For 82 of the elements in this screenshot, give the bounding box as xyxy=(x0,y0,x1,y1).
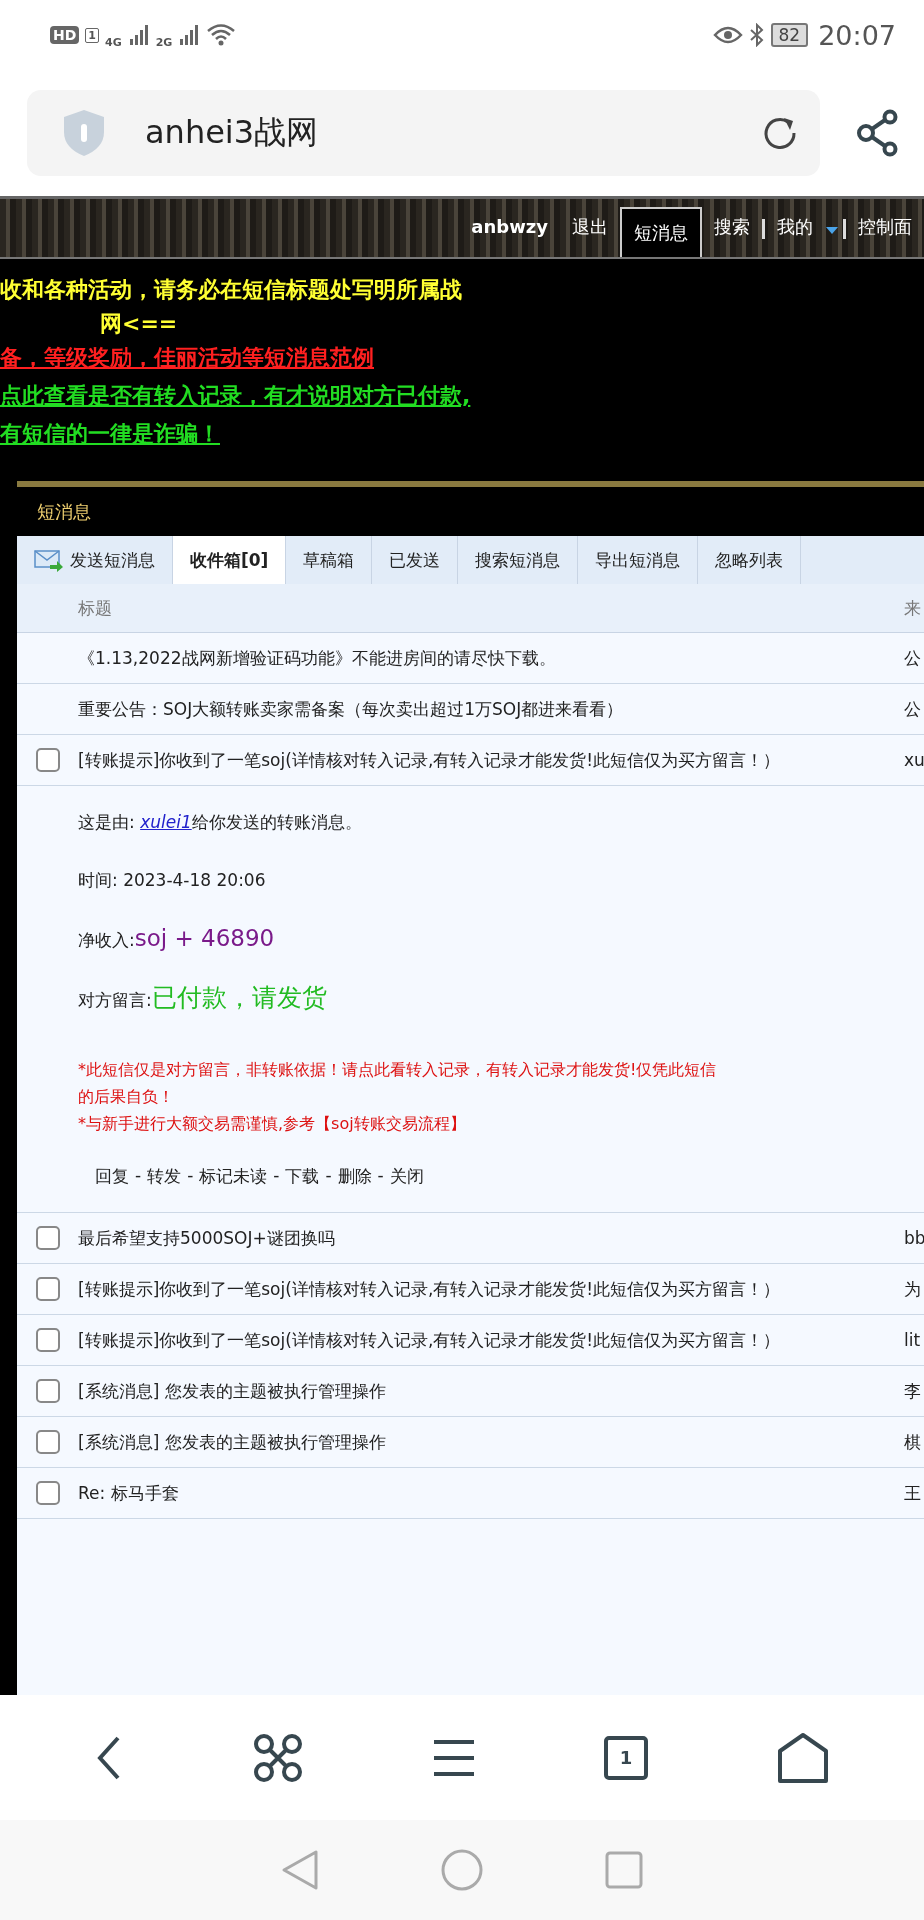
message-subject[interactable]: 最后希望支持5000SOJ+谜团换吗 xyxy=(78,1221,904,1255)
tabs-button[interactable]: 1 xyxy=(604,1735,648,1780)
nav-link[interactable]: 搜索 xyxy=(702,207,762,249)
checkbox[interactable] xyxy=(35,1277,60,1301)
network-label: 2G xyxy=(155,35,173,49)
sender-name: lit xyxy=(904,1330,922,1350)
menu-icon[interactable] xyxy=(432,1737,476,1778)
sender-name: 王 xyxy=(904,1481,922,1505)
sender-name: 公 xyxy=(904,697,922,721)
warning-text: *与新手进行大额交易需谨慎,参考【soj转账交易流程】 xyxy=(78,1113,467,1135)
action-link[interactable]: 转发 xyxy=(147,1165,182,1188)
nav-link[interactable]: 短消息 xyxy=(620,207,702,257)
message-subject[interactable]: 重要公告：SOJ大额转账卖家需备案（每次卖出超过1万SOJ都进来看看） xyxy=(78,692,904,726)
bluetooth-icon xyxy=(748,23,765,47)
shield-icon xyxy=(61,108,107,158)
message-subject[interactable]: 《1.13,2022战网新增验证码功能》不能进房间的请尽快下载。 xyxy=(78,641,904,675)
warning-text: *此短信仅是对方留言，非转账依据！请点此看转入记录，有转入记录才能发货!仅凭此短信 xyxy=(78,1059,718,1081)
tab[interactable]: 收件箱[0] xyxy=(173,536,287,584)
hd-badge: HD xyxy=(50,26,80,44)
note-label: 对方留言: xyxy=(78,990,152,1010)
sender-name: 李 xyxy=(904,1379,922,1403)
dropdown-icon[interactable] xyxy=(825,225,839,235)
column-header: 标题 xyxy=(78,596,113,620)
action-link[interactable]: 回复 xyxy=(95,1165,129,1188)
sender-name: 公 xyxy=(904,646,922,670)
cloverleaf-icon[interactable] xyxy=(252,1731,304,1784)
message-subject[interactable]: [系统消息] 您发表的主题被执行管理操作 xyxy=(78,1425,904,1459)
separator-text: - xyxy=(325,1165,332,1187)
panel-title: 短消息 xyxy=(37,499,91,524)
address-bar[interactable]: anhei3战网 xyxy=(27,90,820,176)
separator-text: - xyxy=(273,1165,280,1187)
message-subject[interactable]: [转账提示]你收到了一笔soj(详情核对转入记录,有转入记录才能发货!此短信仅为买方留言！） xyxy=(78,1272,904,1306)
nav-link[interactable]: 我的 xyxy=(765,207,825,249)
separator-text: - xyxy=(377,1165,384,1187)
nav-link[interactable]: 控制面 xyxy=(846,207,924,249)
separator-text: - xyxy=(135,1165,142,1187)
notice-link[interactable]: 备，等级奖励，佳丽活动等短消息范例 xyxy=(0,339,374,377)
sender-name: bb xyxy=(904,1228,924,1248)
eye-icon xyxy=(712,25,743,45)
message-subject[interactable]: Re: 标马手套 xyxy=(78,1476,904,1510)
sender-line: 这是由: xulei1给你发送的转账消息。 xyxy=(78,812,362,832)
sender-name: xu xyxy=(904,750,924,770)
action-link[interactable]: 标记未读 xyxy=(199,1165,268,1188)
battery-icon: 82 xyxy=(770,23,809,47)
sender-name: 棋 xyxy=(904,1430,922,1454)
income-label: 净收入: xyxy=(78,930,135,950)
action-link[interactable]: 关闭 xyxy=(389,1165,424,1188)
checkbox[interactable] xyxy=(35,1430,60,1454)
recent-apps-icon[interactable] xyxy=(604,1850,644,1890)
action-link[interactable]: 删除 xyxy=(337,1165,372,1188)
nav-link[interactable]: 退出 xyxy=(560,207,620,249)
notice-link[interactable]: 有短信的一律是诈骗！ xyxy=(0,415,220,453)
envelope-icon xyxy=(34,548,64,572)
notice-link[interactable]: 点此查看是否有转入记录，有才说明对方已付款, xyxy=(0,377,471,415)
clock: 20:07 xyxy=(818,19,896,51)
income-amount: soj + 46890 xyxy=(134,925,275,951)
time-text: 时间: 2023-4-18 20:06 xyxy=(78,870,266,890)
message-subject[interactable]: [转账提示]你收到了一笔soj(详情核对转入记录,有转入记录才能发货!此短信仅为买方留言！） xyxy=(78,1323,904,1357)
warning-text: 的后果自负！ xyxy=(78,1086,175,1108)
message-subject[interactable]: [系统消息] 您发表的主题被执行管理操作 xyxy=(78,1374,904,1408)
message-subject[interactable]: [转账提示]你收到了一笔soj(详情核对转入记录,有转入记录才能发货!此短信仅为买方留言！） xyxy=(78,743,904,777)
home-icon[interactable] xyxy=(776,1730,830,1785)
buyer-note: 已付款，请发货 xyxy=(151,983,327,1012)
column-header: 来 xyxy=(904,596,922,620)
share-icon[interactable] xyxy=(856,109,900,157)
sim-badge: 1 xyxy=(85,27,99,43)
user-link[interactable]: xulei1 xyxy=(140,812,192,832)
checkbox[interactable] xyxy=(35,1226,60,1250)
action-link[interactable]: 下载 xyxy=(285,1165,320,1188)
signal-icon xyxy=(127,24,150,46)
nav-link[interactable]: anbwzy xyxy=(459,207,560,249)
notice-text: 网<== xyxy=(99,310,178,338)
separator-text: - xyxy=(187,1165,194,1187)
checkbox[interactable] xyxy=(35,1328,60,1352)
wifi-icon xyxy=(206,23,237,47)
notice-text: 收和各种活动，请务必在短信标题处写明所属战 xyxy=(0,276,462,304)
signal-icon xyxy=(178,24,201,46)
sender-name: 为 xyxy=(904,1277,922,1301)
checkbox[interactable] xyxy=(35,748,60,772)
checkbox[interactable] xyxy=(35,1481,60,1505)
network-label: 4G xyxy=(105,35,122,49)
checkbox[interactable] xyxy=(35,1379,60,1403)
